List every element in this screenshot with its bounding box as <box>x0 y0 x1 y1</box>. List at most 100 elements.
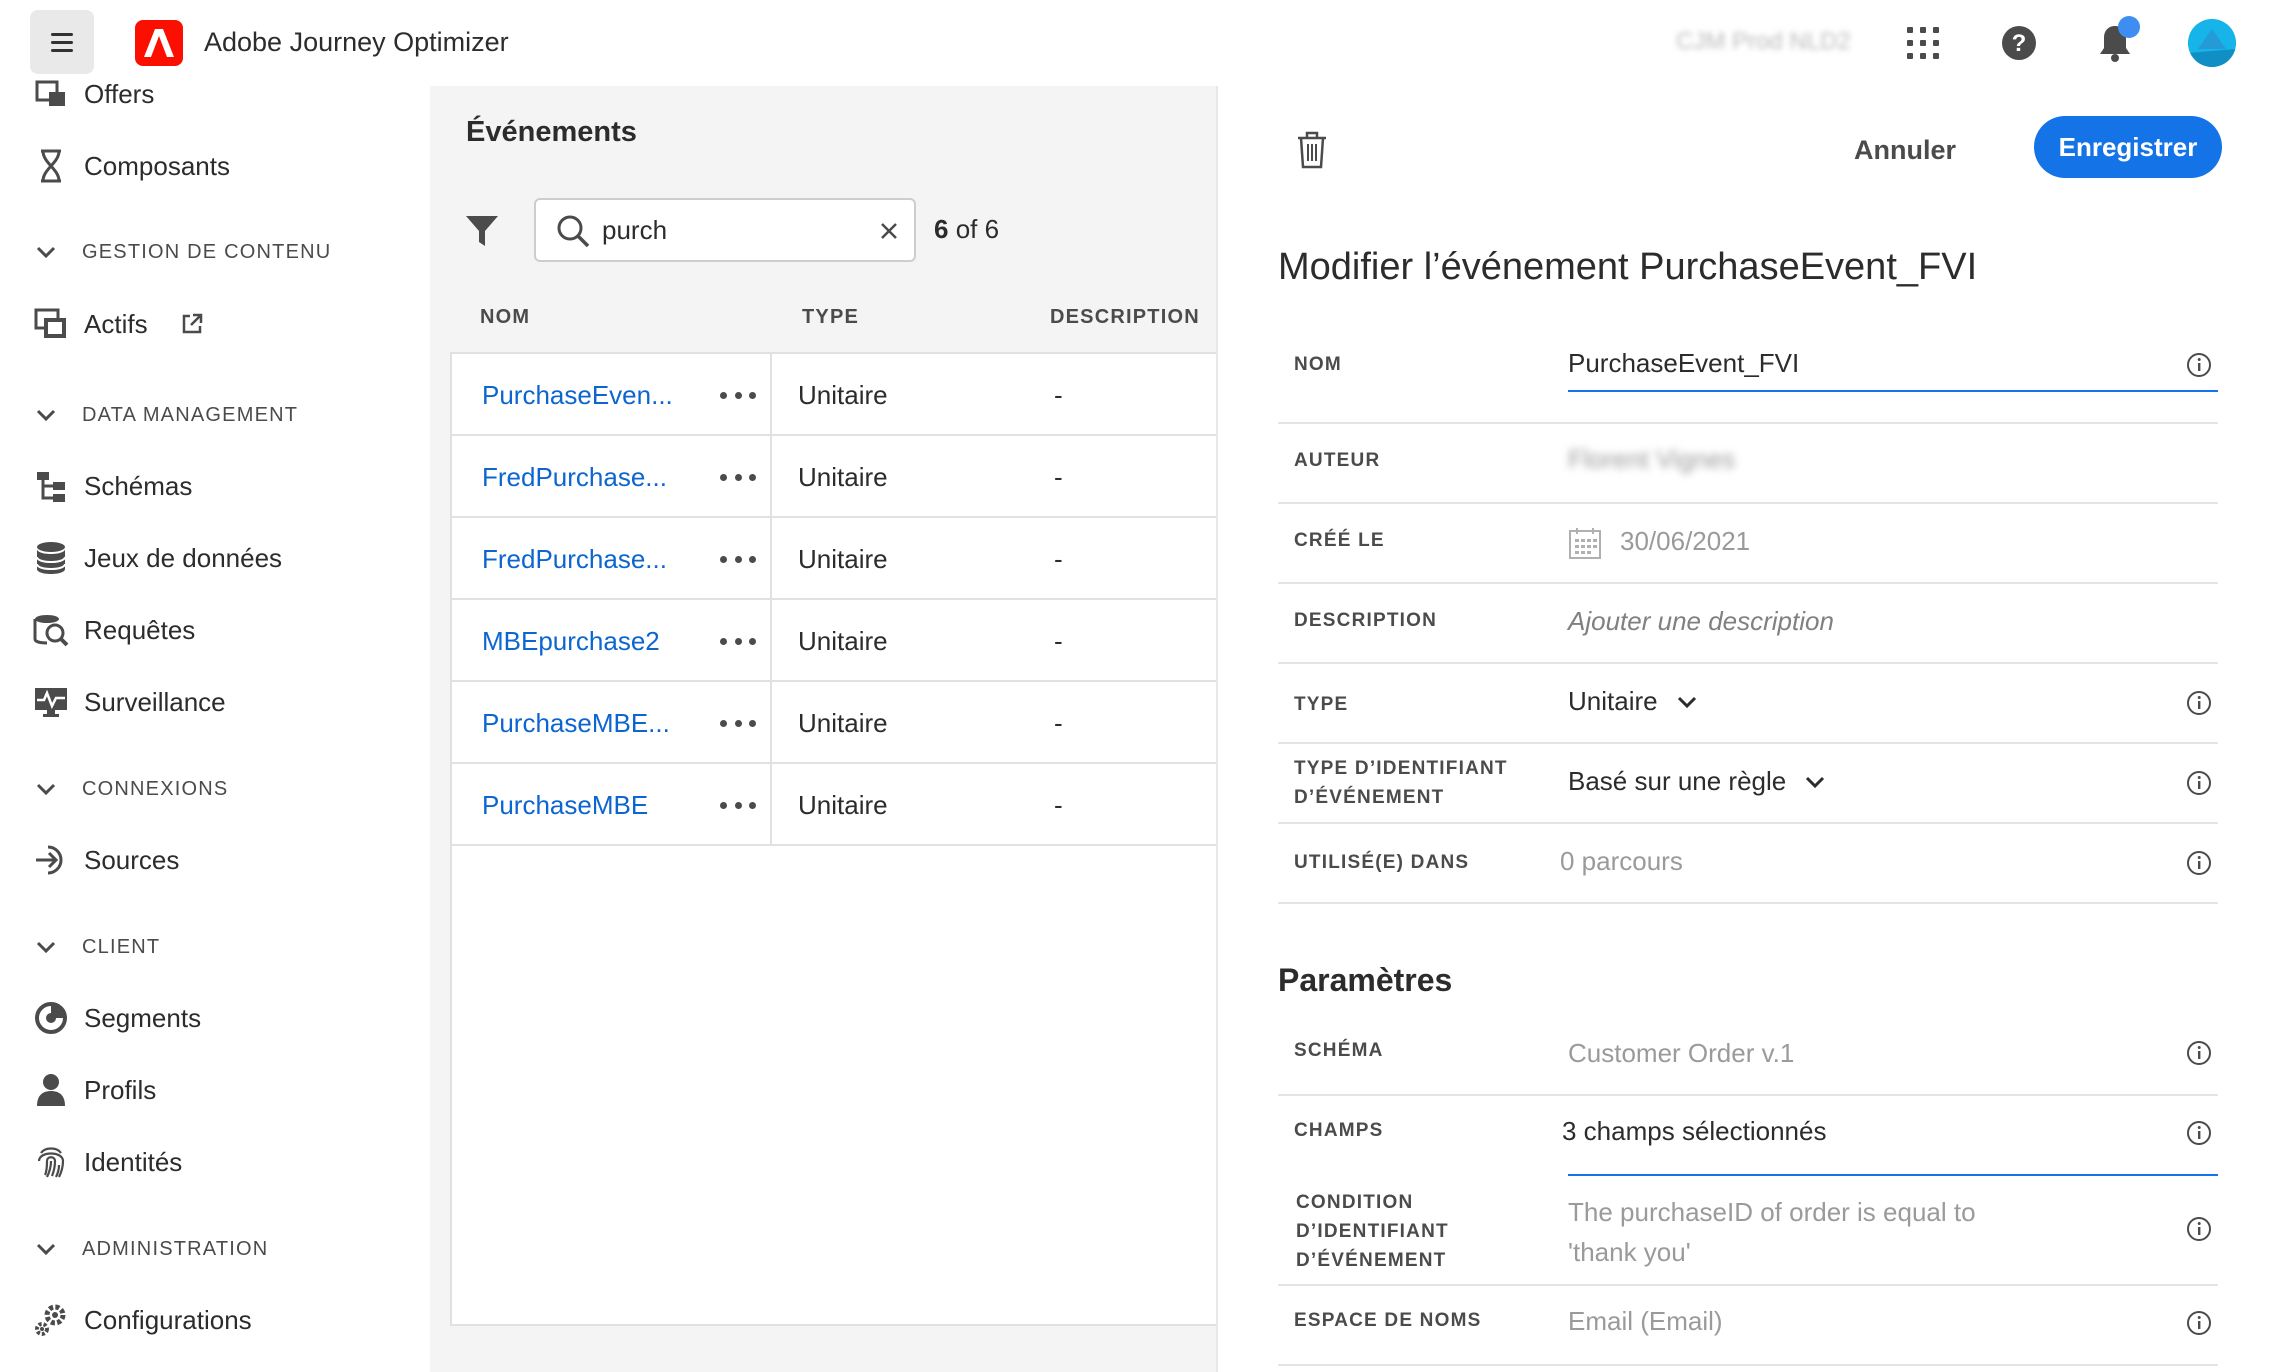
sidebar-item-offers[interactable]: Offers <box>32 72 154 116</box>
field-type: TYPE Unitaire <box>1278 664 2218 744</box>
id-type-dropdown[interactable]: Basé sur une règle <box>1568 766 1826 797</box>
results-count: 6 of 6 <box>934 214 999 245</box>
field-label: UTILISÉ(E) DANS <box>1294 852 1470 873</box>
table-row[interactable]: MBEpurchase2 Unitaire - <box>452 600 1218 682</box>
event-description: - <box>1054 626 1063 656</box>
clear-search-icon[interactable] <box>876 218 902 244</box>
save-button[interactable]: Enregistrer <box>2034 116 2222 178</box>
info-icon[interactable] <box>2186 1040 2212 1066</box>
segments-icon <box>32 999 70 1037</box>
chevron-down-icon <box>36 1243 56 1256</box>
table-row[interactable]: FredPurchase... Unitaire - <box>452 518 1218 600</box>
section-title: CONNEXIONS <box>82 777 229 800</box>
more-actions-icon[interactable] <box>720 380 756 410</box>
search-icon <box>557 215 590 248</box>
sidebar-item-surveillance[interactable]: Surveillance <box>32 680 226 724</box>
search-field[interactable] <box>534 198 916 262</box>
delete-icon[interactable] <box>1294 130 1330 170</box>
info-icon[interactable] <box>2186 1310 2212 1336</box>
field-label: CRÉÉ LE <box>1294 530 1385 551</box>
search-input[interactable] <box>602 210 862 250</box>
info-icon[interactable] <box>2186 770 2212 796</box>
section-title: CLIENT <box>82 935 161 958</box>
adobe-logo[interactable] <box>135 20 183 66</box>
more-actions-icon[interactable] <box>720 626 756 656</box>
section-client[interactable]: CLIENT <box>34 932 160 962</box>
section-gestion-de-contenu[interactable]: GESTION DE CONTENU <box>34 237 331 267</box>
event-description: - <box>1054 708 1063 738</box>
event-name-link[interactable]: PurchaseEven... <box>482 380 673 411</box>
help-button[interactable]: ? <box>1996 20 2042 66</box>
event-name-link[interactable]: PurchaseMBE... <box>482 708 670 739</box>
field-label: ESPACE DE NOMS <box>1294 1310 1482 1331</box>
sidebar-item-label: Jeux de données <box>84 542 283 573</box>
event-description: - <box>1054 380 1063 410</box>
event-description: - <box>1054 544 1063 574</box>
apps-grid-button[interactable] <box>1900 20 1946 66</box>
condition-value[interactable]: The purchaseID of order is equal to 'than… <box>1568 1192 1976 1272</box>
top-bar: Adobe Journey Optimizer CJM Prod NLD2 ? <box>0 0 2278 86</box>
table-row[interactable]: FredPurchase... Unitaire - <box>452 436 1218 518</box>
section-title: GESTION DE CONTENU <box>82 240 332 263</box>
type-dropdown[interactable]: Unitaire <box>1568 686 1698 717</box>
cancel-button[interactable]: Annuler <box>1854 124 1956 176</box>
user-avatar[interactable] <box>2188 19 2236 67</box>
info-icon[interactable] <box>2186 690 2212 716</box>
section-administration[interactable]: ADMINISTRATION <box>34 1234 268 1264</box>
events-title: Événements <box>466 116 637 148</box>
sidebar-item-profils[interactable]: Profils <box>32 1068 156 1112</box>
more-actions-icon[interactable] <box>720 790 756 820</box>
event-type: Unitaire <box>798 626 888 656</box>
sidebar-item-schemas[interactable]: Schémas <box>32 464 192 508</box>
event-name-link[interactable]: FredPurchase... <box>482 462 667 493</box>
event-type: Unitaire <box>798 380 888 410</box>
namespace-value: Email (Email) <box>1568 1306 1723 1336</box>
event-type: Unitaire <box>798 790 888 820</box>
identities-icon <box>32 1143 70 1181</box>
table-row[interactable]: PurchaseEven... Unitaire - <box>452 354 1218 436</box>
offers-icon <box>32 75 70 113</box>
sources-icon <box>32 841 70 879</box>
column-header-type[interactable]: TYPE <box>802 306 859 329</box>
sidebar-item-configurations[interactable]: Configurations <box>32 1298 252 1342</box>
fields-selector[interactable]: 3 champs sélectionnés <box>1562 1116 1826 1147</box>
sidebar-item-identites[interactable]: Identités <box>32 1140 182 1184</box>
info-icon[interactable] <box>2186 850 2212 876</box>
description-input[interactable]: Ajouter une description <box>1568 606 1834 637</box>
more-actions-icon[interactable] <box>720 462 756 492</box>
monitoring-icon <box>32 683 70 721</box>
profiles-icon <box>32 1071 70 1109</box>
section-connexions[interactable]: CONNEXIONS <box>34 774 228 804</box>
author-value: Florent Vignes <box>1568 444 1736 474</box>
more-actions-icon[interactable] <box>720 544 756 574</box>
section-data-management[interactable]: DATA MANAGEMENT <box>34 400 298 430</box>
hamburger-icon <box>51 30 73 54</box>
event-name-link[interactable]: FredPurchase... <box>482 544 667 575</box>
sidebar-item-label: Segments <box>84 1002 202 1033</box>
sidebar-item-actifs[interactable]: Actifs <box>32 302 204 346</box>
sidebar-item-segments[interactable]: Segments <box>32 996 201 1040</box>
row-divider <box>1278 338 2218 424</box>
filter-icon[interactable] <box>464 212 500 248</box>
sidebar-item-composants[interactable]: Composants <box>32 144 230 188</box>
event-name-link[interactable]: MBEpurchase2 <box>482 626 660 657</box>
info-icon[interactable] <box>2186 1120 2212 1146</box>
org-switcher[interactable]: CJM Prod NLD2 <box>1676 28 1851 56</box>
apps-grid-icon <box>1907 27 1939 59</box>
column-header-nom[interactable]: NOM <box>480 306 530 329</box>
menu-toggle-button[interactable] <box>30 10 94 74</box>
event-name-link[interactable]: PurchaseMBE <box>482 790 648 821</box>
help-icon: ? <box>2002 26 2036 60</box>
sidebar-item-requetes[interactable]: Requêtes <box>32 608 195 652</box>
sidebar-item-sources[interactable]: Sources <box>32 838 179 882</box>
sidebar-item-label: Identités <box>84 1146 183 1177</box>
info-icon[interactable] <box>2186 1216 2212 1242</box>
panel-title: Modifier l’événement PurchaseEvent_FVI <box>1278 246 1978 288</box>
sidebar-item-jeux-de-donnees[interactable]: Jeux de données <box>32 536 282 580</box>
field-cree-le: CRÉÉ LE 30/06/2021 <box>1278 504 2218 584</box>
column-header-description[interactable]: DESCRIPTION <box>1050 306 1200 329</box>
more-actions-icon[interactable] <box>720 708 756 738</box>
table-row[interactable]: PurchaseMBE... Unitaire - <box>452 682 1218 764</box>
table-row[interactable]: PurchaseMBE Unitaire - <box>452 764 1218 846</box>
field-label: CONDITION D’IDENTIFIANT D’ÉVÉNEMENT <box>1296 1188 1449 1275</box>
